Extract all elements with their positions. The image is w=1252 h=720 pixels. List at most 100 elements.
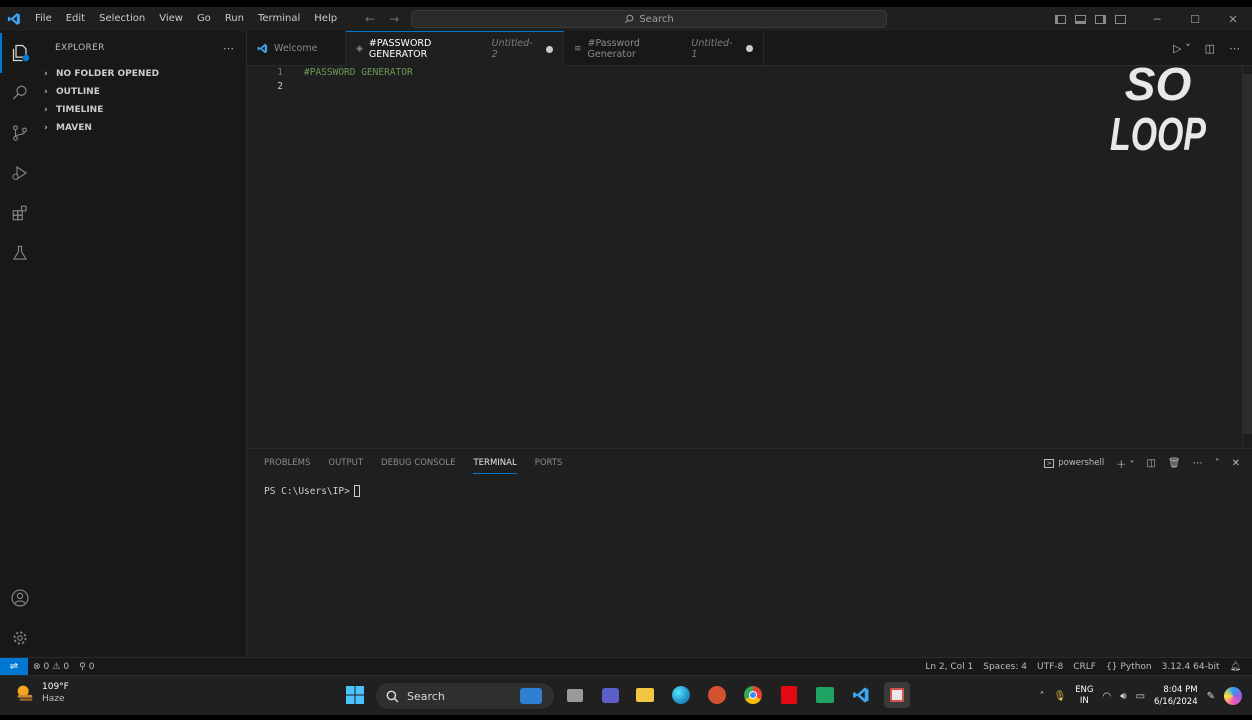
tab-label: #PASSWORD GENERATOR (368, 38, 432, 60)
volume-icon[interactable]: 🔊︎ (1120, 691, 1126, 702)
tab-problems[interactable]: PROBLEMS (255, 449, 319, 477)
tab-password-generator-untitled-2[interactable]: ◈ #PASSWORD GENERATOR Untitled-2 (346, 31, 564, 66)
menu-view[interactable]: View (152, 7, 190, 31)
terminal-cursor (353, 485, 360, 497)
trash-icon[interactable]: 🗑 (1168, 458, 1181, 469)
taskbar-search[interactable]: Search (376, 683, 554, 709)
close-icon[interactable]: ✕ (1214, 7, 1252, 31)
warning-count: 0 (63, 661, 70, 672)
clock[interactable]: 8:04 PM 6/16/2024 (1154, 684, 1198, 708)
microphone-icon[interactable]: 🎙︎ (1053, 691, 1066, 702)
menu-file[interactable]: File (28, 7, 59, 31)
forward-arrow-icon[interactable]: → (389, 12, 399, 26)
section-no-folder[interactable]: › NO FOLDER OPENED (40, 65, 246, 83)
toggle-secondary-sidebar-icon[interactable] (1090, 7, 1110, 31)
remote-indicator-icon[interactable]: ⇌ (0, 657, 28, 676)
menu-help[interactable]: Help (307, 7, 344, 31)
braces-icon: {} (1105, 662, 1118, 672)
tab-welcome[interactable]: Welcome (247, 31, 346, 66)
search-view-icon[interactable] (0, 73, 40, 113)
chevron-up-icon[interactable]: ˄ (1215, 458, 1220, 469)
extensions-icon[interactable] (0, 193, 40, 233)
vscode-taskbar-icon[interactable] (850, 684, 872, 706)
python-interpreter[interactable]: 3.12.4 64-bit (1157, 662, 1225, 672)
section-outline[interactable]: › OUTLINE (40, 83, 246, 101)
menu-run[interactable]: Run (218, 7, 251, 31)
menu-go[interactable]: Go (190, 7, 218, 31)
copilot-icon[interactable] (1224, 687, 1242, 705)
section-maven[interactable]: › MAVEN (40, 119, 246, 137)
unsaved-dot-icon[interactable] (546, 45, 554, 53)
indentation[interactable]: Spaces: 4 (978, 662, 1032, 672)
task-view-icon[interactable] (564, 684, 586, 706)
weather-widget[interactable]: 109°F Haze (14, 681, 69, 705)
back-arrow-icon[interactable]: ← (365, 12, 375, 26)
accounts-icon[interactable] (0, 578, 40, 618)
settings-gear-icon[interactable] (0, 618, 40, 658)
notifications-bell-icon[interactable]: 🔔︎ (1225, 662, 1246, 672)
edge-icon[interactable] (670, 684, 692, 706)
toggle-panel-icon[interactable] (1070, 7, 1090, 31)
tab-password-generator-untitled-1[interactable]: ≡ #Password Generator Untitled-1 (564, 31, 764, 66)
testing-icon[interactable] (0, 233, 40, 273)
run-debug-icon[interactable] (0, 153, 40, 193)
maximize-icon[interactable]: ☐ (1176, 7, 1214, 31)
menu-edit[interactable]: Edit (59, 7, 92, 31)
toggle-primary-sidebar-icon[interactable] (1050, 7, 1070, 31)
more-actions-icon[interactable]: ⋯ (1193, 458, 1203, 469)
file-explorer-icon[interactable] (634, 684, 656, 706)
netflix-icon[interactable] (778, 684, 800, 706)
green-app-icon[interactable] (814, 684, 836, 706)
more-actions-icon[interactable]: ⋯ (223, 42, 234, 55)
terminal-prompt: PS C:\Users\IP> (264, 485, 350, 497)
new-terminal-icon[interactable]: ＋ ˅ (1116, 456, 1134, 471)
tab-terminal[interactable]: TERMINAL (464, 449, 525, 477)
input-language[interactable]: ENG IN (1075, 685, 1093, 707)
section-timeline[interactable]: › TIMELINE (40, 101, 246, 119)
chrome-icon[interactable] (742, 684, 764, 706)
code-line[interactable]: #PASSWORD GENERATOR (304, 66, 413, 80)
code-editor[interactable]: 1 #PASSWORD GENERATOR 2 (247, 66, 1252, 448)
wifi-icon[interactable]: ◠ (1103, 691, 1112, 702)
editor-scrollbar[interactable] (1242, 66, 1252, 448)
menu-terminal[interactable]: Terminal (251, 7, 307, 31)
command-center-search[interactable]: Search (411, 10, 887, 28)
battery-icon[interactable]: ▭ (1136, 691, 1145, 702)
teams-icon[interactable] (599, 684, 621, 706)
line-number: 2 (277, 81, 283, 92)
windows-start-icon[interactable] (344, 684, 366, 706)
customize-layout-icon[interactable] (1110, 7, 1130, 31)
language-mode[interactable]: {} Python (1101, 662, 1157, 672)
svg-text:LOOP: LOOP (1110, 108, 1206, 156)
source-control-icon[interactable] (0, 113, 40, 153)
explorer-sidebar: EXPLORER ⋯ › NO FOLDER OPENED › OUTLINE › T… (40, 31, 247, 657)
more-actions-icon[interactable]: ⋯ (1229, 42, 1240, 55)
tab-output[interactable]: OUTPUT (319, 449, 372, 477)
weather-haze-icon (17, 685, 33, 701)
cursor-position[interactable]: Ln 2, Col 1 (920, 662, 978, 672)
notification-icon[interactable]: ✎ (1207, 691, 1215, 702)
warning-icon: ⚠ (52, 661, 61, 672)
chevron-up-icon[interactable]: ˄ (1039, 691, 1044, 702)
terminal-shell-selector[interactable]: > powershell (1044, 458, 1104, 468)
terminal-prompt-line[interactable]: PS C:\Users\IP> (264, 485, 360, 497)
scroll-thumb[interactable] (1242, 74, 1252, 434)
unsaved-dot-icon[interactable] (746, 45, 753, 52)
minimize-icon[interactable]: ─ (1138, 7, 1176, 31)
menu-selection[interactable]: Selection (92, 7, 152, 31)
bottom-panel: PROBLEMS OUTPUT DEBUG CONSOLE TERMINAL P… (247, 448, 1252, 657)
tab-ports[interactable]: PORTS (526, 449, 572, 477)
end-of-line[interactable]: CRLF (1068, 662, 1101, 672)
tab-debug-console[interactable]: DEBUG CONSOLE (372, 449, 464, 477)
close-panel-icon[interactable]: ✕ (1232, 458, 1240, 469)
powerpoint-icon[interactable] (706, 684, 728, 706)
split-terminal-icon[interactable]: ◫ (1146, 458, 1155, 469)
encoding[interactable]: UTF-8 (1032, 662, 1068, 672)
explorer-icon[interactable] (0, 33, 40, 73)
language-label: Python (1120, 662, 1152, 672)
snipping-tool-icon[interactable] (884, 682, 910, 708)
title-bar: File Edit Selection View Go Run Terminal… (0, 7, 1252, 31)
ports-indicator[interactable]: ⚲ 0 (74, 662, 99, 672)
file-lines-icon: ≡ (574, 43, 582, 54)
problems-indicator[interactable]: ⊗ 0 ⚠ 0 (28, 662, 74, 672)
